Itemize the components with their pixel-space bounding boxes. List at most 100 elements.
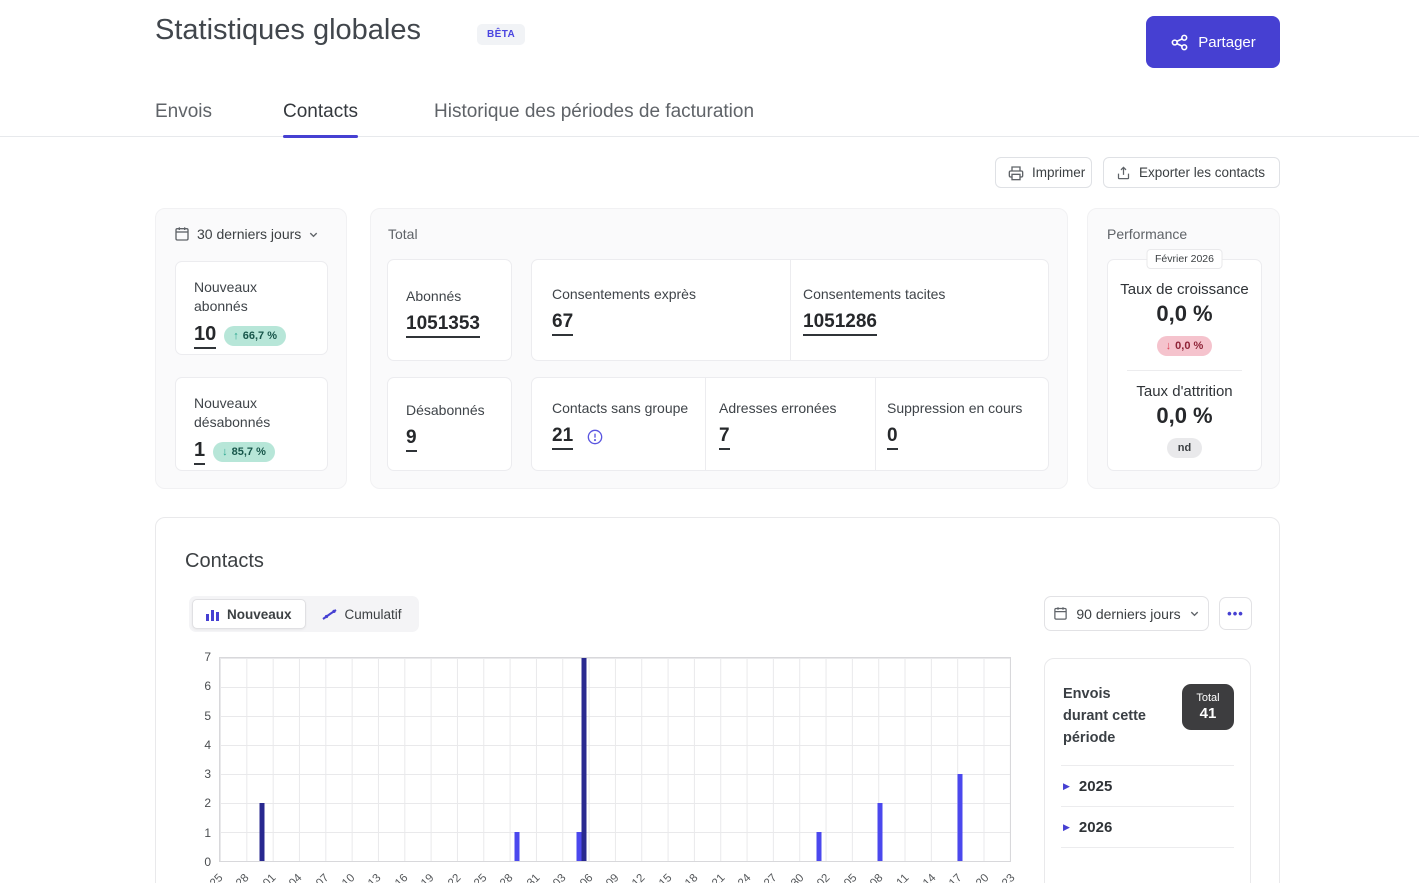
x-tick-label: 21 (709, 872, 728, 883)
new-unsubscribers-card: Nouveaux désabonnés 1 ↓ 85,7 % (175, 377, 328, 471)
ellipsis-icon: ••• (1227, 606, 1244, 621)
chart-x-axis: 25 28 01 04 07 10 13 16 19 22 25 28 31 03 06 09 12 15 18 21… (208, 866, 1018, 883)
x-tick-label: 13 (366, 872, 384, 883)
x-tick-label: 17 (947, 872, 965, 883)
x-tick-label: 23 (999, 872, 1018, 883)
x-tick-label: 06 (577, 872, 596, 883)
new-subscribers-trend-badge: ↑ 66,7 % (224, 325, 286, 346)
chart-bar[interactable] (581, 658, 587, 861)
y-tick-label: 2 (204, 796, 211, 811)
x-tick-label: 11 (894, 872, 912, 883)
chart-range-dropdown[interactable]: 90 derniers jours (1044, 596, 1209, 631)
arrow-up-icon: ↑ (233, 329, 239, 342)
page-title: Statistiques globales (155, 14, 421, 46)
calendar-icon (1053, 606, 1068, 621)
export-button-label: Exporter les contacts (1139, 165, 1266, 180)
chevron-down-icon (308, 229, 319, 240)
chart-bar[interactable] (514, 832, 520, 861)
toggle-nouveaux-label: Nouveaux (227, 606, 292, 622)
print-button-label: Imprimer (1032, 165, 1086, 180)
wrong-addresses-label: Adresses erronées (719, 400, 837, 416)
tacit-consents-cell: Consentements tacites 1051286 (790, 260, 1048, 360)
year-row-2025[interactable]: ▶ 2025 (1045, 766, 1250, 806)
x-tick-label: 09 (603, 872, 622, 883)
wrong-addresses-cell: Adresses erronées 7 (705, 378, 875, 470)
tacit-consents-value[interactable]: 1051286 (803, 311, 877, 336)
performance-panel: Performance Février 2026 Taux de croissa… (1087, 208, 1280, 489)
x-tick-label: 08 (867, 872, 886, 883)
performance-panel-title: Performance (1107, 226, 1188, 242)
toggle-cumulatif-label: Cumulatif (344, 606, 402, 622)
period-range-dropdown[interactable]: 30 derniers jours (174, 226, 319, 242)
tab-envois[interactable]: Envois (155, 101, 212, 138)
share-button[interactable]: Partager (1146, 16, 1280, 68)
total-panel: Total Abonnés 1051353 Consentements expr… (370, 208, 1068, 489)
divider (1127, 370, 1242, 371)
total-panel-title: Total (388, 226, 418, 242)
growth-rate-value: 0,0 % (1156, 301, 1213, 326)
chart-bar[interactable] (957, 774, 963, 861)
x-tick-label: 22 (445, 872, 464, 883)
statistics-page: Statistiques globales BÊTA Partager Envo… (0, 0, 1419, 883)
tab-contacts[interactable]: Contacts (283, 101, 358, 138)
warning-icon[interactable] (587, 429, 603, 445)
x-tick-label: 15 (656, 872, 675, 883)
y-tick-label: 0 (204, 855, 211, 869)
unsubscribed-value[interactable]: 9 (406, 427, 417, 452)
attrition-badge: nd (1166, 438, 1203, 458)
divider (1061, 847, 1234, 849)
express-consents-cell: Consentements exprès 67 (532, 260, 790, 360)
new-unsubscribers-value[interactable]: 1 (194, 439, 206, 465)
subscribers-value[interactable]: 1051353 (406, 313, 480, 338)
contacts-no-group-cell: Contacts sans groupe 21 (532, 378, 705, 470)
export-contacts-button[interactable]: Exporter les contacts (1103, 157, 1280, 188)
sends-total-value: 41 (1199, 705, 1217, 722)
tacit-consents-label: Consentements tacites (803, 286, 946, 302)
new-subscribers-label: Nouveaux abonnés (194, 279, 258, 314)
toggle-cumulatif[interactable]: Cumulatif (308, 599, 416, 629)
express-consents-label: Consentements exprès (552, 286, 696, 302)
contacts-chart-card: Contacts Nouveaux Cumulatif 90 derniers … (155, 517, 1280, 883)
chart-bar[interactable] (816, 832, 822, 861)
period-range-label: 30 derniers jours (197, 226, 302, 242)
wrong-addresses-value[interactable]: 7 (719, 425, 730, 450)
express-consents-value[interactable]: 67 (552, 311, 574, 336)
x-tick-label: 28 (234, 872, 252, 883)
subscribers-card: Abonnés 1051353 (387, 259, 512, 361)
y-tick-label: 3 (204, 767, 211, 782)
export-icon (1116, 165, 1131, 181)
x-tick-label: 25 (471, 872, 490, 883)
year-label: 2026 (1078, 819, 1113, 837)
contacts-no-group-value[interactable]: 21 (552, 425, 574, 450)
growth-rate-label: Taux de croissance (1120, 281, 1249, 298)
print-button[interactable]: Imprimer (995, 157, 1092, 188)
deletion-in-progress-value[interactable]: 0 (887, 425, 898, 450)
chart-bar[interactable] (877, 803, 883, 861)
more-options-button[interactable]: ••• (1219, 597, 1252, 630)
contacts-section-title: Contacts (185, 550, 264, 572)
tab-historique-facturation[interactable]: Historique des périodes de facturation (434, 101, 754, 138)
x-tick-label: 27 (762, 872, 780, 883)
y-tick-label: 7 (204, 650, 211, 664)
sends-total-label: Total (1196, 692, 1220, 704)
chart-y-axis: 0 1 2 3 4 5 6 7 (184, 650, 211, 869)
performance-period-badge: Février 2026 (1146, 249, 1223, 269)
arrow-down-icon: ↓ (222, 445, 228, 458)
year-row-2026[interactable]: ▶ 2026 (1045, 807, 1250, 847)
new-subscribers-delta: 66,7 % (242, 329, 277, 342)
new-unsubscribers-label: Nouveaux désabonnés (194, 395, 271, 430)
x-tick-label: 30 (788, 872, 807, 883)
printer-icon (1008, 165, 1024, 181)
new-subscribers-value[interactable]: 10 (194, 323, 217, 349)
chart-bar[interactable] (259, 803, 265, 861)
chart-mode-toggle: Nouveaux Cumulatif (189, 596, 419, 632)
chevron-down-icon (1189, 608, 1200, 619)
new-subscribers-card: Nouveaux abonnés 10 ↑ 66,7 % (175, 261, 328, 355)
consents-card: Consentements exprès 67 Consentements ta… (531, 259, 1049, 361)
deletion-in-progress-cell: Suppression en cours 0 (875, 378, 1048, 470)
tabs-bar: Envois Contacts Historique des périodes … (0, 92, 1419, 138)
toggle-nouveaux[interactable]: Nouveaux (192, 599, 306, 629)
x-tick-label: 25 (207, 872, 226, 883)
chart-bar[interactable] (576, 832, 582, 861)
x-tick-label: 04 (287, 872, 305, 883)
